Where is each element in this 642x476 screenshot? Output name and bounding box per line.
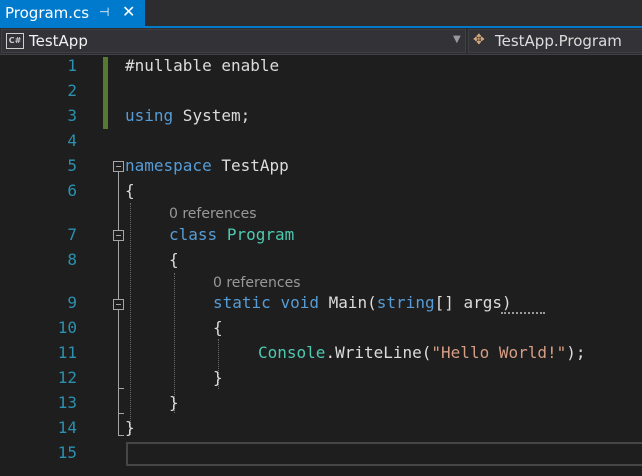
csharp-project-icon: C# <box>6 33 24 49</box>
code-text: #nullable enable <box>125 56 280 75</box>
code-line: 1 #nullable enable <box>0 55 642 77</box>
code-line: 13 } <box>0 392 642 414</box>
parameter-args: args <box>463 293 503 312</box>
line-number: 4 <box>67 131 77 150</box>
keyword-class: class <box>169 225 218 244</box>
line-number: 8 <box>67 250 77 269</box>
code-line: 6 { <box>0 180 642 202</box>
class-icon: ✥ <box>473 32 485 48</box>
string-literal: "Hello World!" <box>431 343 567 362</box>
line-number: 1 <box>67 56 77 75</box>
line-number: 2 <box>67 81 77 100</box>
member-dropdown[interactable]: ✥ TestApp.Program <box>468 29 642 53</box>
tab-program-cs[interactable]: Program.cs ⊣ ✕ <box>0 0 145 26</box>
keyword-string: string <box>376 293 435 312</box>
code-text: ); <box>566 343 586 362</box>
code-text: [] <box>434 293 464 312</box>
line-number: 5 <box>67 156 77 175</box>
close-brace: } <box>213 368 223 387</box>
project-dropdown[interactable]: C# TestApp ▼ <box>1 29 466 53</box>
codelens-references[interactable]: 0 references <box>169 206 257 222</box>
close-icon[interactable]: ✕ <box>122 2 135 21</box>
chevron-down-icon[interactable]: ▼ <box>453 34 461 45</box>
line-number: 12 <box>57 368 77 387</box>
code-text: .WriteLine( <box>325 343 432 362</box>
code-line: 10 { <box>0 317 642 339</box>
code-line: 9 static void Main(string[] args) <box>0 292 642 314</box>
open-brace: { <box>213 318 223 337</box>
method-name: Main( <box>328 293 377 312</box>
code-line: 8 { <box>0 249 642 271</box>
line-number: 10 <box>57 318 77 337</box>
line-number: 7 <box>67 225 77 244</box>
line-number: 14 <box>57 418 77 437</box>
line-number: 3 <box>67 106 77 125</box>
tab-title: Program.cs <box>5 4 90 22</box>
navigation-bar: C# TestApp ▼ ✥ TestApp.Program <box>0 28 642 55</box>
line-number: 15 <box>57 443 77 462</box>
line-number: 11 <box>57 343 77 362</box>
code-text: ) <box>502 293 512 312</box>
open-brace: { <box>169 250 179 269</box>
keyword-namespace: namespace <box>125 156 212 175</box>
code-line: 11 Console.WriteLine("Hello World!"); <box>0 342 642 364</box>
code-line: 14 } <box>0 417 642 439</box>
close-brace: } <box>169 393 179 412</box>
type-name: Program <box>226 225 295 244</box>
line-number: 13 <box>57 393 77 412</box>
code-text: System; <box>173 106 251 125</box>
document-tab-strip: Program.cs ⊣ ✕ <box>0 0 642 26</box>
code-text: TestApp <box>211 156 289 175</box>
codelens-references[interactable]: 0 references <box>213 275 301 291</box>
code-editor[interactable]: 1 #nullable enable 2 3 using System; 4 5… <box>0 55 642 476</box>
code-line: 5 namespace TestApp <box>0 155 642 177</box>
line-number: 6 <box>67 181 77 200</box>
keyword-void: void <box>280 293 319 312</box>
type-console: Console <box>258 343 326 362</box>
pin-icon[interactable]: ⊣ <box>99 5 109 19</box>
code-line: 2 <box>0 80 642 102</box>
current-line-highlight[interactable] <box>126 442 642 466</box>
code-line: 3 using System; <box>0 105 642 127</box>
code-line: 12 } <box>0 367 642 389</box>
member-name: TestApp.Program <box>495 32 622 50</box>
project-name: TestApp <box>29 32 88 50</box>
unused-parameter-hint <box>501 312 545 314</box>
keyword-using: using <box>125 106 174 125</box>
open-brace: { <box>125 181 135 200</box>
keyword-static: static <box>213 293 271 312</box>
code-line: 7 class Program <box>0 224 642 246</box>
code-line: 4 <box>0 130 642 152</box>
close-brace: } <box>125 418 135 437</box>
line-number: 9 <box>67 293 77 312</box>
